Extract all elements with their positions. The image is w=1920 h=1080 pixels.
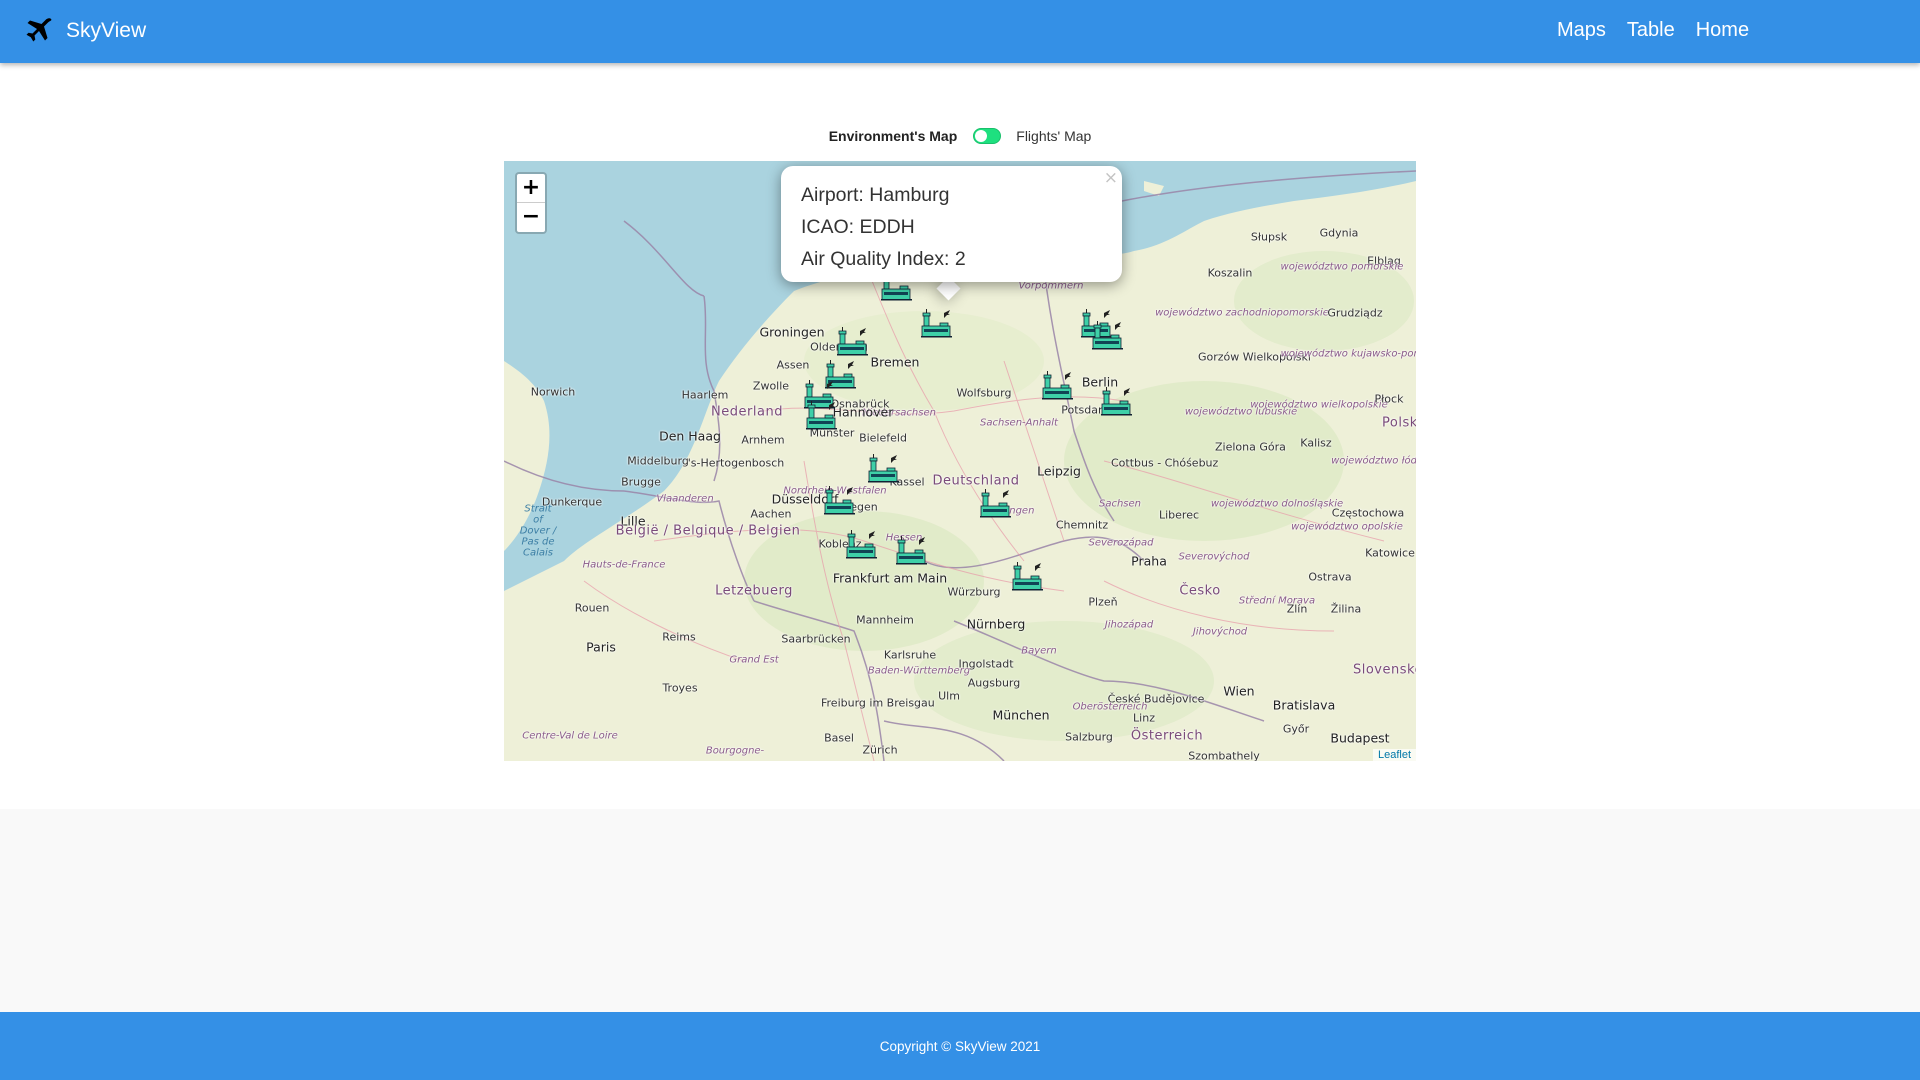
popup-aqi: Air Quality Index: 2: [801, 248, 966, 270]
airport-marker[interactable]: [845, 528, 879, 560]
footer: Copyright © SkyView 2021: [0, 1012, 1920, 1080]
airport-tower-icon: [1042, 371, 1073, 400]
airport-marker[interactable]: [1100, 385, 1134, 417]
airport-tower-icon: [824, 486, 855, 515]
flights-map-label: Flights' Map: [1016, 128, 1092, 144]
content-spacer: [0, 809, 1920, 1012]
airport-marker[interactable]: [867, 452, 901, 484]
airport-marker[interactable]: [1041, 369, 1075, 401]
airport-marker[interactable]: [836, 325, 870, 357]
airport-tower-icon: [1101, 387, 1132, 416]
toggle-knob: [975, 130, 988, 142]
airport-marker[interactable]: [823, 484, 857, 516]
airport-tower-icon: [846, 530, 877, 559]
airport-tower-icon: [837, 327, 868, 356]
nav-home[interactable]: Home: [1696, 19, 1749, 42]
map-type-toggle[interactable]: [973, 128, 1002, 144]
airport-tower-icon: [868, 454, 899, 483]
airport-marker[interactable]: [920, 307, 954, 339]
airport-marker[interactable]: [1091, 319, 1125, 351]
zoom-in-button[interactable]: +: [517, 174, 545, 203]
popup-airport: Airport: Hamburg: [801, 184, 950, 206]
airport-tower-icon: [896, 536, 927, 565]
nav-maps[interactable]: Maps: [1557, 19, 1606, 42]
nav-links: Maps Table Home: [1557, 19, 1749, 42]
airport-marker[interactable]: [895, 534, 929, 566]
brand-name: SkyView: [66, 19, 147, 42]
airport-tower-icon: [806, 401, 837, 430]
environment-map-label: Environment's Map: [828, 128, 958, 144]
map-switch-row: Environment's Map Flights' Map: [0, 128, 1920, 144]
zoom-control: + −: [515, 172, 547, 234]
airport-popup: × Airport: Hamburg ICAO: EDDH Air Qualit…: [781, 166, 1122, 282]
map-view[interactable]: Lübeck Hamburg Bremerhaven Groningen Old…: [504, 161, 1416, 761]
navbar: SkyView Maps Table Home: [0, 0, 1920, 63]
brand-link[interactable]: SkyView: [24, 15, 146, 47]
footer-copyright: Copyright © SkyView 2021: [879, 1038, 1041, 1054]
uk-land: [504, 361, 550, 551]
airport-marker[interactable]: [805, 399, 839, 431]
popup-close-button[interactable]: ×: [1104, 168, 1118, 188]
airport-tower-icon: [1092, 321, 1123, 350]
airport-tower-icon: [980, 489, 1011, 518]
leaflet-attribution-link[interactable]: Leaflet: [1372, 749, 1416, 761]
airport-marker[interactable]: [1011, 560, 1045, 592]
airport-tower-icon: [921, 309, 952, 338]
popup-icao: ICAO: EDDH: [801, 216, 915, 238]
airplane-icon: [26, 18, 52, 42]
zoom-out-button[interactable]: −: [517, 203, 545, 232]
airport-marker[interactable]: [979, 487, 1013, 519]
airport-tower-icon: [1012, 562, 1043, 591]
nav-table[interactable]: Table: [1627, 19, 1675, 42]
